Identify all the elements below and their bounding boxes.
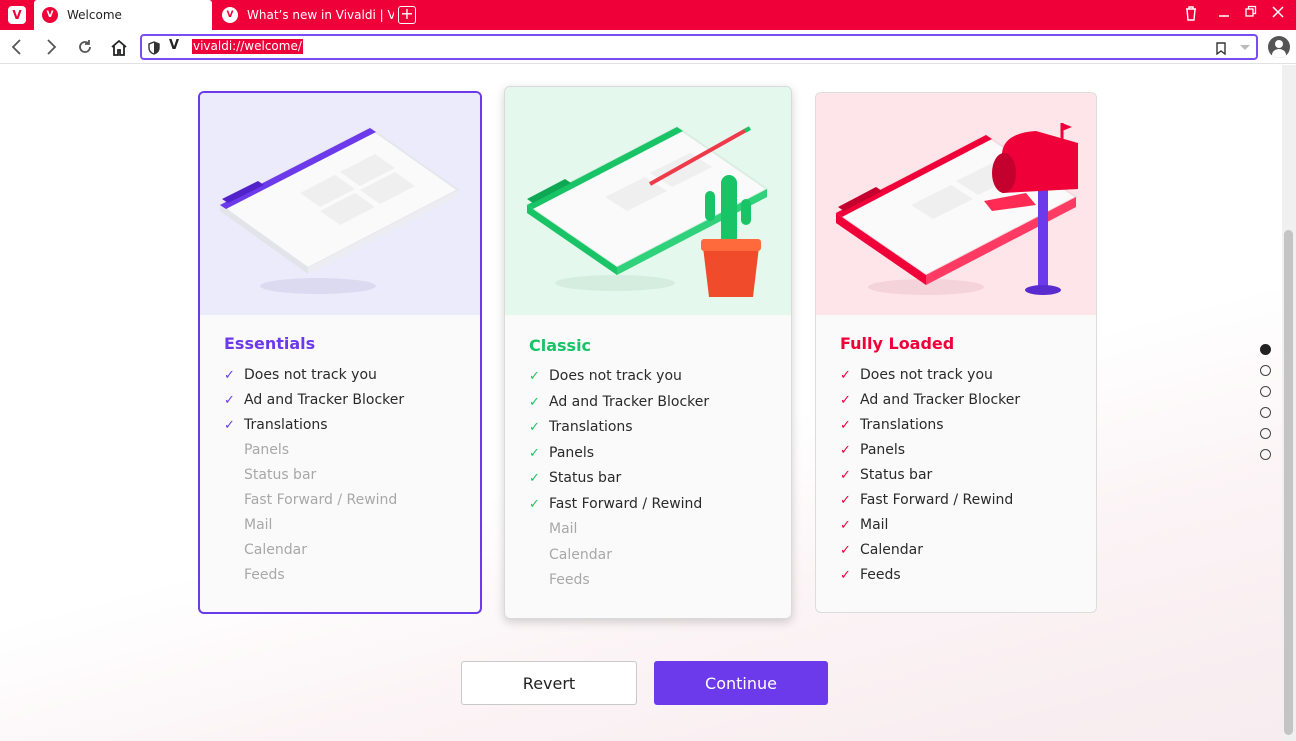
- forward-button[interactable]: [40, 36, 62, 58]
- tab-title: Welcome: [67, 8, 122, 22]
- feature-item: ✓ Does not track you: [224, 363, 404, 388]
- home-button[interactable]: [108, 36, 130, 58]
- card-title: Essentials: [224, 334, 316, 353]
- check-icon: ✓: [224, 418, 235, 433]
- pager-dot[interactable]: [1260, 386, 1271, 397]
- tab-title: What’s new in Vivaldi | Viva: [247, 8, 394, 22]
- site-info-icon[interactable]: V: [169, 38, 179, 53]
- url-text[interactable]: vivaldi://welcome/: [192, 39, 303, 54]
- feature-item: ✓ Ad and Tracker Blocker: [224, 388, 404, 413]
- new-tab-button[interactable]: +: [398, 6, 416, 24]
- check-icon: ✓: [224, 368, 235, 383]
- bookmark-icon[interactable]: [1216, 40, 1226, 59]
- chevron-left-icon: [11, 39, 21, 55]
- card-title: Classic: [529, 336, 592, 355]
- feature-item: ✓ Status bar: [840, 463, 1020, 488]
- check-icon: ✓: [840, 518, 851, 533]
- check-icon: ✓: [529, 394, 540, 410]
- feature-item: Calendar: [549, 546, 612, 563]
- fully-loaded-illustration: [816, 93, 1096, 315]
- welcome-page: Essentials ✓ Does not track you ✓ Ad and T…: [0, 65, 1282, 741]
- check-icon: ✓: [840, 568, 851, 583]
- feature-item: ✓ Ad and Tracker Blocker: [840, 388, 1020, 413]
- feature-item: ✓ Panels: [840, 438, 1020, 463]
- feature-item: ✓ Fast Forward / Rewind: [529, 492, 709, 518]
- vivaldi-logo-icon: V: [12, 8, 22, 22]
- feature-item: Calendar: [244, 542, 307, 558]
- feature-item: Mail: [549, 521, 578, 537]
- feature-item: ✓ Does not track you: [840, 363, 1020, 388]
- feature-item: ✓ Translations: [224, 413, 404, 438]
- tab-whats-new[interactable]: V What’s new in Vivaldi | Viva: [214, 0, 394, 30]
- feature-item: ✓ Calendar: [840, 538, 1020, 563]
- back-button[interactable]: [6, 36, 28, 58]
- feature-item: ✓ Ad and Tracker Blocker: [529, 390, 709, 416]
- feature-item: ✓ Translations: [840, 413, 1020, 438]
- close-icon[interactable]: [1268, 5, 1288, 23]
- card-fully-loaded[interactable]: Fully Loaded ✓ Does not track you ✓ Ad and…: [815, 92, 1097, 613]
- feature-item: Status bar: [244, 467, 317, 483]
- feature-item: ✓ Panels: [529, 441, 709, 467]
- check-icon: ✓: [224, 393, 235, 408]
- chevron-down-icon[interactable]: [1240, 45, 1250, 50]
- check-icon: ✓: [529, 369, 540, 384]
- pager-dot[interactable]: [1260, 407, 1271, 418]
- trash-icon[interactable]: [1181, 5, 1201, 25]
- feature-item: ✓ Status bar: [529, 466, 709, 492]
- check-icon: ✓: [840, 468, 851, 483]
- reload-button[interactable]: [74, 36, 96, 58]
- tab-bar: V V Welcome V What’s new in Vivaldi | Vi…: [0, 0, 1296, 30]
- check-icon: ✓: [840, 443, 851, 458]
- card-title: Fully Loaded: [840, 334, 955, 353]
- address-field[interactable]: V vivaldi://welcome/: [140, 34, 1258, 60]
- check-icon: ✓: [529, 445, 540, 461]
- pager-dot[interactable]: [1260, 428, 1271, 439]
- check-icon: ✓: [529, 496, 540, 512]
- tab-welcome[interactable]: V Welcome: [34, 0, 212, 30]
- check-icon: ✓: [840, 543, 851, 558]
- feature-item: ✓ Fast Forward / Rewind: [840, 488, 1020, 513]
- feature-list: ✓ Does not track you ✓ Ad and Tracker Bloc…: [224, 363, 404, 588]
- feature-item: ✓ Translations: [529, 415, 709, 441]
- scrollbar-thumb[interactable]: [1284, 230, 1293, 735]
- home-icon: [111, 39, 127, 56]
- reload-icon: [79, 40, 91, 53]
- check-icon: ✓: [529, 471, 540, 486]
- scrollbar[interactable]: [1282, 65, 1296, 741]
- check-icon: ✓: [840, 418, 851, 433]
- chevron-right-icon: [47, 39, 57, 55]
- feature-item: Feeds: [244, 567, 285, 583]
- revert-button[interactable]: Revert: [461, 661, 637, 705]
- check-icon: ✓: [840, 493, 851, 508]
- feature-list: ✓ Does not track you ✓ Ad and Tracker Bloc…: [529, 364, 709, 594]
- feature-item: ✓ Does not track you: [529, 364, 709, 390]
- card-classic[interactable]: Classic ✓ Does not track you ✓ Ad and Trac…: [504, 86, 792, 619]
- shield-icon[interactable]: [148, 40, 160, 59]
- check-icon: ✓: [840, 368, 851, 383]
- vivaldi-favicon-icon: V: [42, 7, 58, 23]
- continue-button[interactable]: Continue: [654, 661, 828, 705]
- feature-list: ✓ Does not track you ✓ Ad and Tracker Bloc…: [840, 363, 1020, 588]
- check-icon: ✓: [840, 393, 851, 408]
- essentials-illustration: [200, 93, 480, 315]
- vivaldi-menu-button[interactable]: V: [8, 6, 26, 24]
- pager-dot[interactable]: [1260, 344, 1271, 355]
- check-icon: ✓: [529, 420, 540, 435]
- vivaldi-favicon-icon: V: [222, 7, 238, 23]
- feature-item: ✓ Feeds: [840, 563, 1020, 588]
- feature-item: Fast Forward / Rewind: [244, 492, 398, 508]
- pager-dot[interactable]: [1260, 449, 1271, 460]
- minimize-icon[interactable]: [1214, 5, 1234, 23]
- feature-item: Feeds: [549, 572, 590, 588]
- card-essentials[interactable]: Essentials ✓ Does not track you ✓ Ad and T…: [198, 91, 482, 614]
- profile-avatar-icon[interactable]: [1268, 36, 1290, 58]
- feature-item: Panels: [244, 442, 290, 458]
- page-indicator: [1260, 344, 1271, 470]
- feature-item: ✓ Mail: [840, 513, 1020, 538]
- address-toolbar: V vivaldi://welcome/: [0, 30, 1296, 64]
- pager-dot[interactable]: [1260, 365, 1271, 376]
- classic-illustration: [505, 87, 791, 315]
- restore-icon[interactable]: [1241, 5, 1261, 23]
- feature-item: Mail: [244, 517, 273, 533]
